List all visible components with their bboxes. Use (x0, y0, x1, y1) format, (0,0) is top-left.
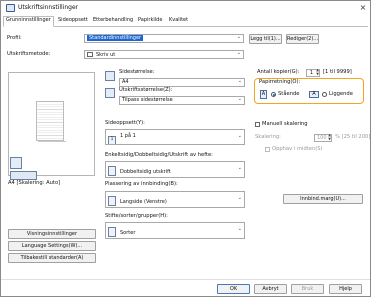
duplex-select[interactable]: Dobbeltsidig utskrift ⌄ (105, 161, 245, 178)
tab-kvalitet[interactable]: Kvalitet (167, 17, 190, 27)
output-method-label: Utskriftsmetode: (7, 51, 51, 57)
center-origin-checkbox[interactable] (265, 147, 270, 152)
page-size-select[interactable]: A4 ⌄ (119, 78, 245, 87)
cancel-button[interactable]: Avbryt (254, 284, 287, 294)
binding-select[interactable]: Langside (Venstre) ⌄ (105, 191, 245, 208)
print-settings-window: Utskriftsinnstillinger × Grunninnstillin… (0, 0, 371, 297)
tab-sideoppsett[interactable]: Sideoppsett (56, 17, 90, 27)
page-layout-select[interactable]: 1 1 på 1 ⌄ (105, 129, 245, 145)
copies-value: 1 (309, 70, 313, 76)
restore-defaults-button[interactable]: Tilbakestill standarder(A) (8, 253, 96, 263)
center-origin-label: Opphav i midten(S) (272, 146, 323, 152)
apply-button[interactable]: Bruk (291, 284, 324, 294)
help-button[interactable]: Hjelp (329, 284, 362, 294)
display-settings-button[interactable]: Visningsinnstillinger (8, 229, 96, 239)
tab-papirkilde[interactable]: Papirkilde (136, 17, 164, 27)
add-profile-button[interactable]: Legg til(1)... (249, 34, 282, 44)
chevron-down-icon: ⌄ (236, 34, 241, 40)
copies-range: [1 til 9999] (323, 69, 352, 75)
page-shadow (38, 141, 66, 142)
duplex-label: Enkeltsidig/Dobbeltsidig/Utskrift av hef… (105, 152, 213, 158)
profile-label: Profil: (7, 35, 22, 41)
page-size-value: A4 (122, 79, 129, 85)
tab-etterbehandling[interactable]: Etterbehandling (91, 17, 135, 27)
tab-bar: Grunninnstillinger Sideoppsett Etterbeha… (3, 16, 368, 27)
footer-separator (1, 279, 370, 280)
output-size-label: Utskriftsstørrelse(Z): (119, 87, 173, 93)
binding-label: Plassering av innbinding(B): (105, 181, 178, 187)
chevron-down-icon: ⌄ (237, 195, 242, 201)
print-icon (87, 52, 93, 57)
output-method-select[interactable]: Skriv ut ⌄ (84, 50, 244, 59)
chevron-down-icon: ⌄ (237, 226, 242, 232)
copies-stepper[interactable]: 1 ▲ ▼ (306, 68, 320, 77)
scaling-unit: % [25 til 200] (335, 134, 371, 140)
scaling-stepper[interactable]: 100 ▲ ▼ (314, 133, 332, 142)
binding-margin-button[interactable]: Innbind.marg(U)... (283, 194, 363, 204)
portrait-page-icon: A (260, 90, 267, 99)
profile-select[interactable]: Standardinnstillinger ⌄ (84, 34, 244, 43)
window-title: Utskriftsinnstillinger (18, 4, 79, 11)
binding-icon (108, 196, 116, 206)
page-layout-value: 1 på 1 (120, 133, 136, 139)
page-size-label: Sidestørrelse: (119, 69, 155, 75)
page-layout-label: Sideoppsett(Y): (105, 120, 145, 126)
output-size-icon (105, 88, 115, 98)
scaling-value: 100 (317, 135, 327, 141)
preview-page (36, 101, 64, 141)
layout-1up-icon: 1 (108, 136, 116, 144)
duplex-value: Dobbeltsidig utskrift (120, 169, 171, 175)
tab-grunninnstillinger[interactable]: Grunninnstillinger (3, 16, 54, 27)
landscape-label: Liggende (329, 91, 353, 97)
chevron-down-icon: ⌄ (237, 133, 242, 139)
view-toggle[interactable] (10, 171, 37, 180)
landscape-page-icon: A (309, 91, 319, 98)
output-size-select[interactable]: Tilpass sidestørrelse ⌄ (119, 96, 245, 105)
scaling-label: Skalering: (255, 134, 281, 140)
staple-value: Sorter (120, 230, 136, 236)
landscape-radio[interactable] (322, 92, 327, 97)
chevron-down-icon: ⌄ (237, 96, 242, 102)
portrait-radio[interactable] (271, 92, 276, 97)
spin-arrows-icon[interactable]: ▲ ▼ (328, 133, 331, 141)
manual-scaling-label: Manuell skalering (262, 121, 308, 127)
profile-value: Standardinnstillinger (87, 35, 144, 41)
binding-value: Langside (Venstre) (120, 199, 167, 205)
chevron-down-icon: ⌄ (236, 50, 241, 56)
orientation-label: Papirretning(O): (259, 79, 301, 85)
edit-profile-button[interactable]: Rediger(2)... (286, 34, 319, 44)
chevron-down-icon: ⌄ (237, 78, 242, 84)
printer-icon (6, 4, 15, 12)
manual-scaling-checkbox[interactable] (255, 122, 260, 127)
ok-button[interactable]: OK (217, 284, 250, 294)
copies-label: Antall kopier(G): (257, 69, 300, 75)
output-size-value: Tilpass sidestørrelse (122, 97, 173, 103)
printer-device-icon (10, 157, 22, 169)
portrait-label: Stående (278, 91, 300, 97)
staple-label: Stifte/sorter/grupper(H): (105, 213, 168, 219)
staple-select[interactable]: Sorter ⌄ (105, 222, 245, 239)
preview-caption: A4 [Skalering: Auto] (8, 180, 61, 186)
language-settings-button[interactable]: Language Settings(W)... (8, 241, 96, 251)
spin-arrows-icon[interactable]: ▲ ▼ (316, 68, 319, 76)
close-icon[interactable]: × (358, 3, 368, 13)
title-bar: Utskriftsinnstillinger × (1, 1, 370, 16)
chevron-down-icon: ⌄ (237, 165, 242, 171)
page-size-icon (105, 71, 115, 81)
duplex-icon (108, 166, 116, 176)
output-method-value: Skriv ut (96, 52, 116, 58)
sort-icon (108, 227, 116, 237)
